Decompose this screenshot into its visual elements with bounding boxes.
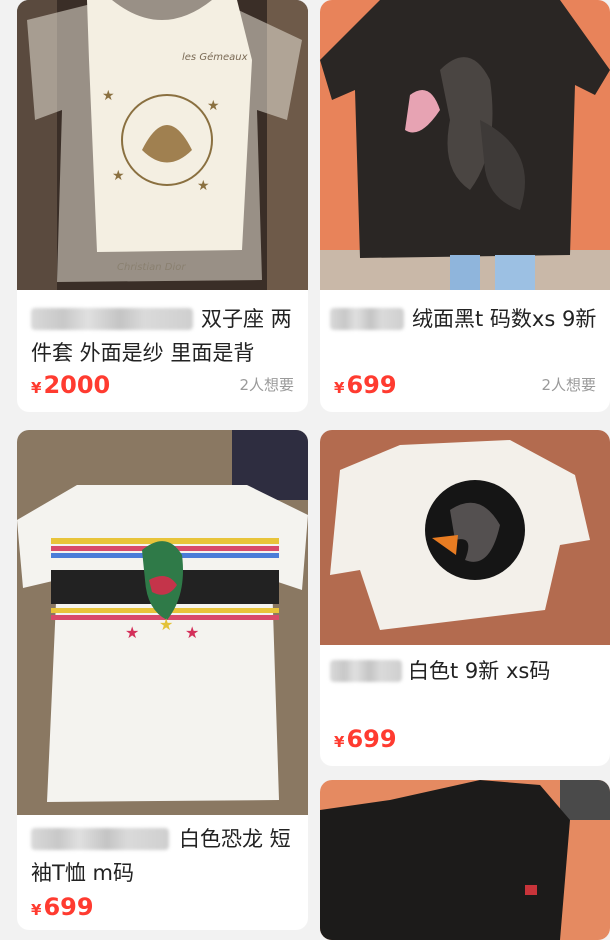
product-card[interactable]: 绒面黑t 码数xs 9新 ¥699 2人想要: [320, 0, 610, 412]
svg-text:★: ★: [112, 168, 125, 184]
svg-text:★: ★: [125, 623, 139, 642]
product-image[interactable]: [320, 430, 610, 645]
product-image[interactable]: ★ ★ ★ ★ les Gémeaux Christian Dior: [17, 0, 308, 290]
product-image[interactable]: ★ ★ ★: [17, 430, 308, 815]
product-price: ¥699: [334, 725, 397, 753]
tshirt-black-partial-image: [320, 780, 610, 940]
want-count: 2人想要: [239, 376, 294, 394]
product-image[interactable]: [320, 0, 610, 290]
product-price: ¥2000: [31, 371, 111, 399]
tshirt-dinosaur-image: ★ ★ ★: [17, 430, 308, 815]
blurred-seller-tag: [31, 308, 193, 330]
svg-text:★: ★: [197, 178, 210, 194]
svg-text:Christian Dior: Christian Dior: [117, 262, 186, 273]
svg-text:★: ★: [159, 615, 173, 634]
product-card[interactable]: [320, 780, 610, 940]
tshirt-flamingo-black-image: [320, 0, 610, 290]
product-card[interactable]: ★ ★ ★ 白色恐龙 短袖T恤 m码 ¥699: [17, 430, 308, 930]
product-card[interactable]: 白色t 9新 xs码 ¥699: [320, 430, 610, 766]
svg-text:★: ★: [207, 98, 220, 114]
svg-text:★: ★: [102, 88, 115, 104]
tshirt-gemini-image: ★ ★ ★ ★ les Gémeaux Christian Dior: [17, 0, 308, 290]
blurred-seller-tag: [31, 828, 169, 850]
tshirt-swan-white-image: [320, 430, 610, 645]
product-price: ¥699: [31, 893, 94, 921]
blurred-seller-tag: [330, 308, 404, 330]
product-card[interactable]: ★ ★ ★ ★ les Gémeaux Christian Dior 双子座 两…: [17, 0, 308, 412]
want-count: 2人想要: [541, 376, 596, 394]
product-image[interactable]: [320, 780, 610, 940]
svg-text:★: ★: [185, 623, 199, 642]
svg-text:les Gémeaux: les Gémeaux: [182, 51, 248, 63]
blurred-seller-tag: [330, 660, 402, 682]
product-price: ¥699: [334, 371, 397, 399]
